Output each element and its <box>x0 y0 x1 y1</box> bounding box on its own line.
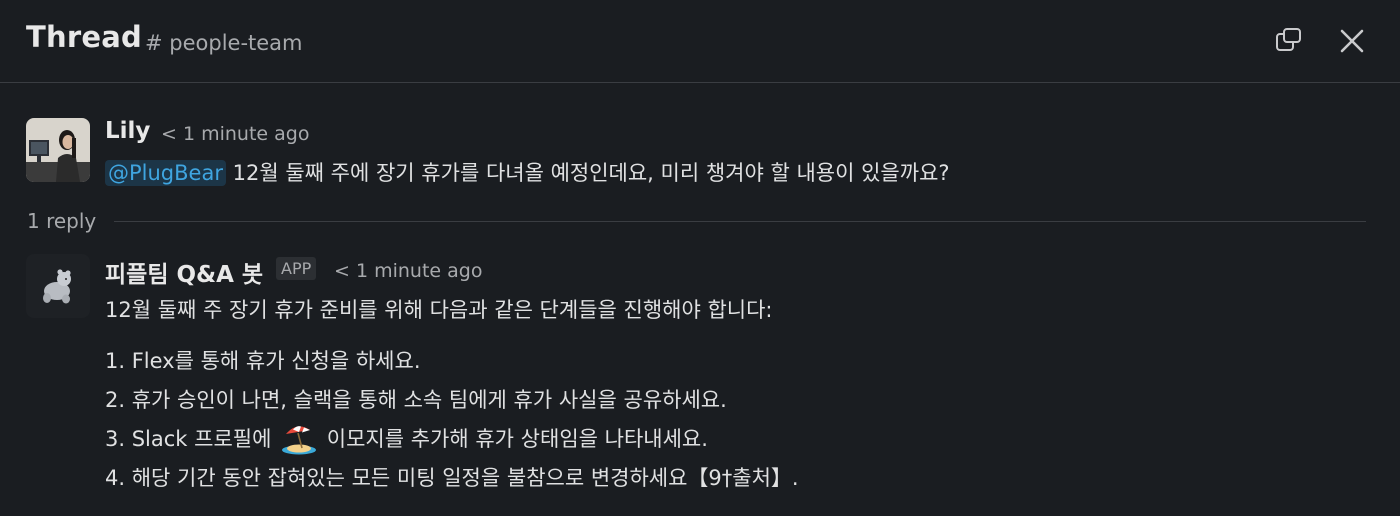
thread-title: Thread <box>26 20 142 54</box>
bot-author[interactable]: 피플팀 Q&A 봇 <box>105 255 263 289</box>
app-badge: APP <box>276 257 317 280</box>
steps-list: 1. Flex를 통해 휴가 신청을 하세요. 2. 휴가 승인이 나면, 슬랙… <box>105 342 799 498</box>
bot-avatar[interactable] <box>26 254 90 318</box>
reply-intro: 12월 둘째 주 장기 휴가 준비를 위해 다음과 같은 단계들을 진행해야 합… <box>105 298 773 322</box>
list-item-text: 이모지를 추가해 휴가 상태임을 나타내세요. <box>320 427 708 451</box>
message-timestamp[interactable]: < 1 minute ago <box>161 123 309 145</box>
bear-icon <box>43 269 71 304</box>
thread-panel: Thread # people-team Lily < 1 minute ago… <box>0 0 1400 516</box>
beach-with-umbrella-icon[interactable] <box>280 421 318 455</box>
channel-link[interactable]: # people-team <box>145 31 303 55</box>
list-item: 2. 휴가 승인이 나면, 슬랙을 통해 소속 팀에게 휴가 사실을 공유하세요… <box>105 388 727 412</box>
message-body: 12월 둘째 주에 장기 휴가를 다녀올 예정인데요, 미리 챙겨야 할 내용이… <box>225 161 950 185</box>
user-photo-icon <box>26 118 90 182</box>
user-mention[interactable]: @PlugBear <box>105 160 226 186</box>
reply-timestamp[interactable]: < 1 minute ago <box>334 260 482 282</box>
reply-divider <box>114 221 1366 222</box>
message-text: @PlugBear 12월 둘째 주에 장기 휴가를 다녀올 예정인데요, 미리… <box>105 157 950 187</box>
popout-window-icon <box>1276 28 1301 51</box>
popout-window-button[interactable] <box>1272 24 1306 58</box>
avatar[interactable] <box>26 118 90 182</box>
thread-header: Thread # people-team <box>0 0 1400 83</box>
close-thread-button[interactable] <box>1335 24 1369 58</box>
close-icon <box>1340 29 1364 53</box>
list-item: 4. 해당 기간 동안 잡혀있는 모든 미팅 일정을 불참으로 변경하세요【9†… <box>105 466 799 490</box>
message-author[interactable]: Lily <box>105 118 150 144</box>
list-item: 3. Slack 프로필에 이모지를 추가해 휴가 상태임을 나타내세요. <box>105 420 799 459</box>
reply-count: 1 reply <box>27 209 97 233</box>
list-item: 1. Flex를 통해 휴가 신청을 하세요. <box>105 349 421 373</box>
list-item-text: 3. Slack 프로필에 <box>105 427 279 451</box>
